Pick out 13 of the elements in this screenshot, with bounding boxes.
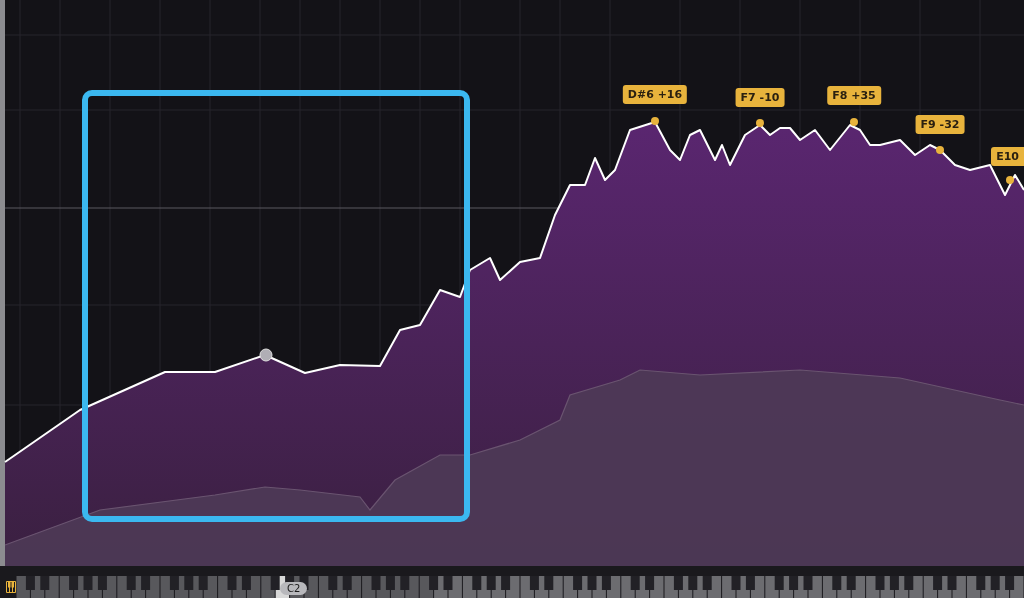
peak-label: F9 -32 — [915, 115, 965, 134]
peak-label: F8 +35 — [827, 86, 881, 105]
piano-icon[interactable] — [6, 581, 16, 593]
peak-dot — [756, 119, 764, 127]
selection-frame[interactable] — [82, 90, 470, 522]
peak-dot — [1006, 176, 1014, 184]
peak-label: E10 — [991, 147, 1024, 166]
peak-dot — [936, 146, 944, 154]
peak-dot — [850, 118, 858, 126]
peak-label: D#6 +16 — [622, 85, 688, 104]
peak-label: F7 -10 — [735, 88, 785, 107]
peak-dot — [651, 117, 659, 125]
node-handle[interactable] — [259, 348, 273, 362]
